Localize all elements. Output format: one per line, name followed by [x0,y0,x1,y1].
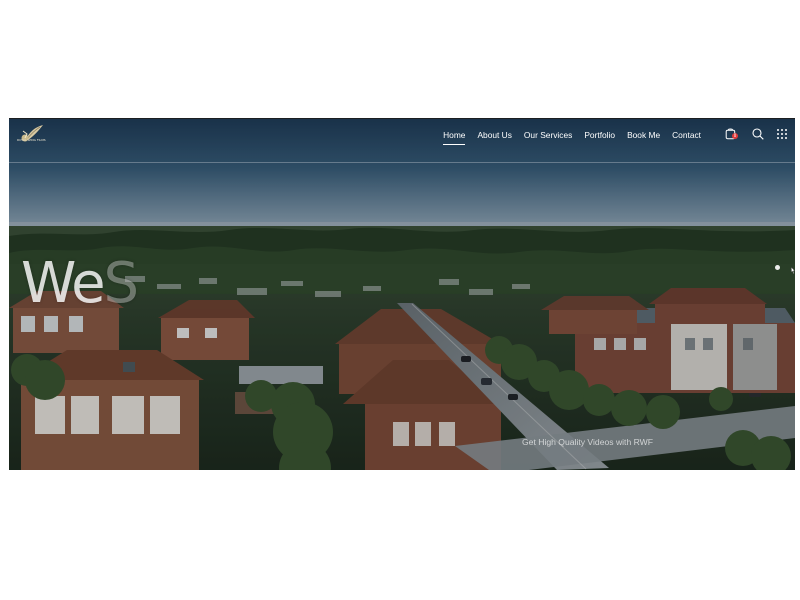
cart-icon[interactable]: 0 [724,126,738,140]
grid-menu-icon [777,129,787,139]
slider-dot-icon[interactable] [775,265,780,270]
search-icon [752,128,764,140]
logo-text[interactable]: ROYAL WING FILMS [17,138,49,142]
header-divider [9,162,795,163]
hero-subtext: Get High Quality Videos with RWF [522,437,654,447]
nav-home[interactable]: Home [437,125,471,145]
hero-top-border [9,118,795,119]
feather-logo-icon[interactable] [17,122,47,146]
hero-headline-partial: S [103,251,140,316]
nav-our-services[interactable]: Our Services [518,125,578,145]
nav-contact[interactable]: Contact [666,125,707,145]
nav-portfolio[interactable]: Portfolio [578,125,621,145]
hero-banner: ROYAL WING FILMS Home About Us Our Servi… [9,118,795,470]
mouse-cursor-icon [791,267,795,274]
page: ROYAL WING FILMS Home About Us Our Servi… [0,0,800,600]
hero-headline-visible: We [21,251,106,316]
grid-menu-icon[interactable] [775,126,789,140]
main-navigation: Home About Us Our Services Portfolio Boo… [437,125,707,145]
search-icon[interactable] [751,126,765,140]
cart-count-badge: 0 [732,133,738,139]
nav-book-me[interactable]: Book Me [621,125,666,145]
nav-about-us[interactable]: About Us [471,125,517,145]
hero-headline: WeS [21,248,140,320]
